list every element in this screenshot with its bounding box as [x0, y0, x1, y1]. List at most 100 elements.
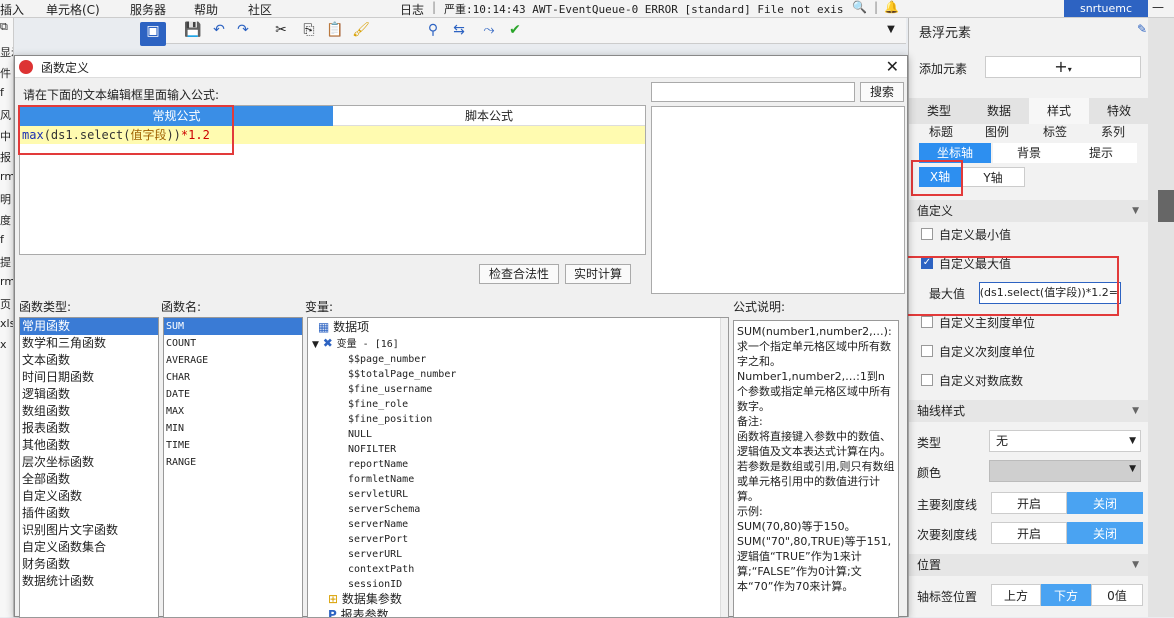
major-tick-off[interactable]: 关闭: [1067, 492, 1143, 514]
func-type-item[interactable]: 数学和三角函数: [20, 335, 158, 352]
label-pos-bottom[interactable]: 下方: [1041, 584, 1091, 606]
func-type-item[interactable]: 报表函数: [20, 420, 158, 437]
axis-style-header[interactable]: 轴线样式 ▼: [909, 400, 1149, 422]
add-element-button[interactable]: +▾: [985, 56, 1141, 78]
cut-icon[interactable]: ✂: [272, 21, 290, 39]
menu-community[interactable]: 社区: [248, 1, 272, 18]
func-type-item[interactable]: 逻辑函数: [20, 386, 158, 403]
variable-item[interactable]: $$totalPage_number: [348, 367, 456, 382]
func-type-item[interactable]: 财务函数: [20, 556, 158, 573]
color-picker[interactable]: ▼: [989, 460, 1141, 482]
save-icon[interactable]: 💾: [184, 21, 202, 39]
y-axis-tab[interactable]: Y轴: [961, 167, 1025, 187]
menu-help[interactable]: 帮助: [194, 1, 218, 18]
variable-item[interactable]: $$page_number: [348, 352, 456, 367]
search-input[interactable]: [651, 82, 855, 102]
func-name-item[interactable]: TIME: [164, 437, 302, 454]
tab-data[interactable]: 数据: [969, 98, 1029, 124]
label-pos-zero[interactable]: 0值: [1091, 584, 1143, 606]
position-header[interactable]: 位置 ▼: [909, 554, 1149, 576]
close-icon[interactable]: ✕: [886, 57, 899, 76]
user-account-button[interactable]: snrtuemc: [1064, 0, 1148, 17]
subtab-tooltip[interactable]: 提示: [1065, 143, 1137, 163]
subtab-series[interactable]: 系列: [1091, 122, 1135, 142]
variable-item[interactable]: NOFILTER: [348, 442, 456, 457]
value-definition-header[interactable]: 值定义 ▼: [909, 200, 1149, 222]
func-type-item[interactable]: 识别图片文字函数: [20, 522, 158, 539]
label-pos-top[interactable]: 上方: [991, 584, 1041, 606]
scrollbar-thumb[interactable]: [1158, 190, 1174, 222]
variable-item[interactable]: contextPath: [348, 562, 456, 577]
func-name-item[interactable]: RANGE: [164, 454, 302, 471]
tab-effect[interactable]: 特效: [1089, 98, 1149, 124]
variable-item[interactable]: serverSchema: [348, 502, 456, 517]
major-tick-on[interactable]: 开启: [991, 492, 1067, 514]
undo-icon[interactable]: ↶: [210, 21, 228, 39]
variable-item[interactable]: sessionID: [348, 577, 456, 592]
variable-item[interactable]: serverURL: [348, 547, 456, 562]
variable-tree[interactable]: ▦ 数据项 ▼ ✖ 变量 - [16] $$page_number $$total…: [307, 317, 729, 618]
variable-item[interactable]: serverName: [348, 517, 456, 532]
check-validity-button[interactable]: 检查合法性: [479, 264, 559, 284]
subtab-legend[interactable]: 图例: [975, 122, 1019, 142]
func-name-list[interactable]: SUM COUNT AVERAGE CHAR DATE MAX MIN TIME RANGE: [163, 317, 303, 618]
search-results[interactable]: [651, 106, 905, 294]
func-name-item[interactable]: CHAR: [164, 369, 302, 386]
var-ds-params[interactable]: 数据集参数: [342, 592, 402, 606]
search-icon[interactable]: 🔍: [852, 0, 867, 14]
subtab-label[interactable]: 标签: [1033, 122, 1077, 142]
search-button[interactable]: 搜索: [860, 82, 904, 102]
func-type-item[interactable]: 数据统计函数: [20, 573, 158, 590]
variable-item[interactable]: $fine_position: [348, 412, 456, 427]
menu-insert[interactable]: 插入: [0, 1, 24, 18]
switch-icon[interactable]: ⇆: [450, 21, 468, 39]
plugin-icon[interactable]: ⚲: [424, 21, 442, 39]
func-type-list[interactable]: 常用函数 数学和三角函数 文本函数 时间日期函数 逻辑函数 数组函数 报表函数 其他函数 层次坐…: [19, 317, 159, 618]
func-type-item[interactable]: 其他函数: [20, 437, 158, 454]
custom-log-checkbox[interactable]: [921, 374, 933, 386]
minor-tick-on[interactable]: 开启: [991, 522, 1067, 544]
func-type-item[interactable]: 文本函数: [20, 352, 158, 369]
func-type-item[interactable]: 常用函数: [20, 318, 158, 335]
func-type-item[interactable]: 自定义函数: [20, 488, 158, 505]
redo-icon[interactable]: ↷: [234, 21, 252, 39]
line-type-select[interactable]: 无 ▼: [989, 430, 1141, 452]
var-root[interactable]: 数据项: [333, 320, 369, 334]
paste-icon[interactable]: 📋: [326, 21, 344, 39]
subtab-background[interactable]: 背景: [993, 143, 1065, 163]
menu-cell[interactable]: 单元格(C): [46, 1, 100, 18]
custom-major-checkbox[interactable]: [921, 316, 933, 328]
realtime-calc-button[interactable]: 实时计算: [565, 264, 631, 284]
copy-icon[interactable]: ⧉: [0, 20, 8, 34]
func-type-item[interactable]: 时间日期函数: [20, 369, 158, 386]
edit-icon[interactable]: ✎: [1137, 22, 1147, 36]
tab-style[interactable]: 样式: [1029, 98, 1089, 124]
variable-item[interactable]: formletName: [348, 472, 456, 487]
func-name-item[interactable]: COUNT: [164, 335, 302, 352]
bell-icon[interactable]: 🔔: [884, 0, 899, 14]
func-type-item[interactable]: 数组函数: [20, 403, 158, 420]
subtab-title[interactable]: 标题: [919, 122, 963, 142]
export-icon[interactable]: ⤳: [480, 21, 498, 39]
log-label[interactable]: 日志: [400, 1, 424, 18]
func-name-item[interactable]: SUM: [164, 318, 302, 335]
func-name-item[interactable]: AVERAGE: [164, 352, 302, 369]
format-brush-icon[interactable]: 🖌: [352, 21, 370, 39]
variable-item[interactable]: reportName: [348, 457, 456, 472]
custom-minor-checkbox[interactable]: [921, 345, 933, 357]
func-name-item[interactable]: MAX: [164, 403, 302, 420]
variable-item[interactable]: serverPort: [348, 532, 456, 547]
custom-min-checkbox[interactable]: [921, 228, 933, 240]
variable-item[interactable]: servletURL: [348, 487, 456, 502]
func-name-item[interactable]: MIN: [164, 420, 302, 437]
var-group[interactable]: 变量 - [16]: [337, 339, 399, 350]
right-scrollbar[interactable]: [1148, 18, 1174, 617]
template-icon[interactable]: ▣: [140, 22, 166, 46]
variable-item[interactable]: $fine_username: [348, 382, 456, 397]
variable-scrollbar[interactable]: [720, 318, 728, 617]
collapse-icon[interactable]: ▼: [312, 340, 319, 350]
minimize-icon[interactable]: —: [1152, 0, 1164, 14]
minor-tick-off[interactable]: 关闭: [1067, 522, 1143, 544]
menu-server[interactable]: 服务器: [130, 1, 166, 18]
func-name-item[interactable]: DATE: [164, 386, 302, 403]
